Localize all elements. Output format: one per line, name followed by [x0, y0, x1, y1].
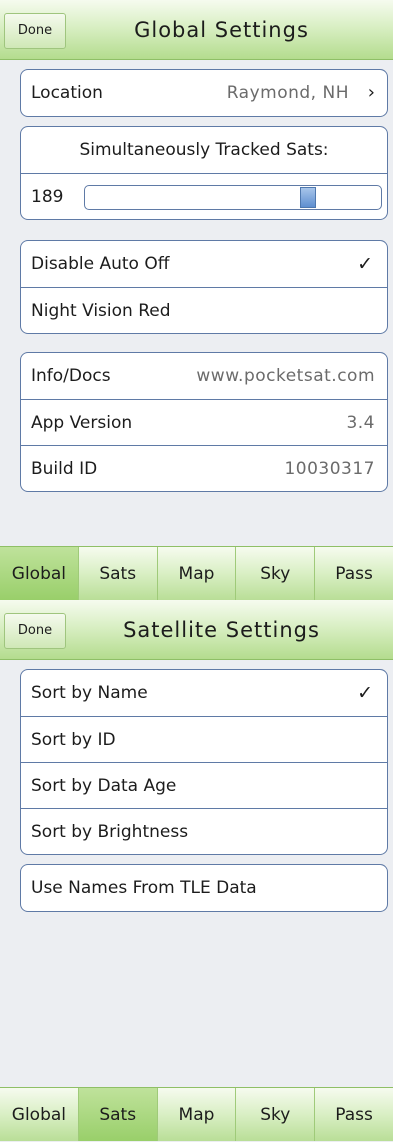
build-id-row: Build ID 10030317 [21, 445, 387, 491]
checkmark-icon: ✓ [357, 682, 373, 704]
satellite-settings-navbar: Done Satellite Settings [0, 600, 393, 660]
slider-thumb[interactable] [300, 187, 316, 208]
info-docs-value[interactable]: www.pocketsat.com [196, 353, 375, 399]
app-version-row: App Version 3.4 [21, 399, 387, 445]
satellite-settings-screen: Done Satellite Settings Sort by Name ✓ S… [0, 600, 393, 1141]
disable-auto-off-label: Disable Auto Off [31, 254, 170, 274]
tab-sky[interactable]: Sky [235, 1088, 314, 1141]
sort-option-label: Sort by Data Age [31, 776, 177, 796]
app-version-label: App Version [31, 413, 133, 433]
tab-sky[interactable]: Sky [235, 547, 314, 600]
tracked-sats-value: 189 [31, 187, 64, 207]
use-tle-names-label: Use Names From TLE Data [31, 878, 257, 898]
tracked-sats-header-row: Simultaneously Tracked Sats: [21, 127, 387, 173]
location-group: Location Raymond, NH › [20, 69, 388, 117]
info-docs-row[interactable]: Info/Docs www.pocketsat.com [21, 353, 387, 399]
location-row[interactable]: Location Raymond, NH › [21, 70, 387, 116]
chevron-right-icon: › [367, 82, 375, 103]
sort-by-name-row[interactable]: Sort by Name ✓ [21, 670, 387, 716]
page-title: Global Settings [134, 18, 309, 42]
location-label: Location [31, 83, 103, 103]
tab-global[interactable]: Global [0, 1088, 78, 1141]
tab-map[interactable]: Map [156, 1088, 236, 1141]
sort-option-label: Sort by ID [31, 730, 116, 750]
tab-map[interactable]: Map [156, 547, 236, 600]
sort-by-id-row[interactable]: Sort by ID [21, 716, 387, 762]
app-info-group: Info/Docs www.pocketsat.com App Version … [20, 352, 388, 492]
tab-pass[interactable]: Pass [314, 547, 393, 600]
display-options-group: Disable Auto Off ✓ Night Vision Red [20, 240, 388, 334]
done-button[interactable]: Done [4, 613, 66, 649]
sort-options-group: Sort by Name ✓ Sort by ID Sort by Data A… [20, 669, 388, 855]
tab-sats[interactable]: Sats [77, 1088, 157, 1141]
tracked-sats-label: Simultaneously Tracked Sats: [79, 140, 329, 160]
tab-global[interactable]: Global [0, 547, 78, 600]
location-value: Raymond, NH [226, 83, 349, 103]
page-title: Satellite Settings [123, 618, 320, 642]
tracked-sats-group: Simultaneously Tracked Sats: 189 [20, 126, 388, 220]
night-vision-row[interactable]: Night Vision Red [21, 287, 387, 333]
sort-by-data-age-row[interactable]: Sort by Data Age [21, 762, 387, 808]
tab-bar: Global Sats Map Sky Pass [0, 546, 393, 600]
tab-pass[interactable]: Pass [314, 1088, 393, 1141]
use-tle-names-row[interactable]: Use Names From TLE Data [21, 865, 387, 911]
tab-sats[interactable]: Sats [77, 547, 157, 600]
disable-auto-off-row[interactable]: Disable Auto Off ✓ [21, 241, 387, 287]
global-settings-screen: Done Global Settings Location Raymond, N… [0, 0, 393, 600]
sort-option-label: Sort by Name [31, 683, 148, 703]
checkmark-icon: ✓ [357, 253, 373, 275]
tle-names-group: Use Names From TLE Data [20, 864, 388, 912]
tracked-sats-slider[interactable] [84, 185, 382, 210]
done-button[interactable]: Done [4, 13, 66, 49]
global-settings-navbar: Done Global Settings [0, 0, 393, 60]
tab-bar: Global Sats Map Sky Pass [0, 1087, 393, 1141]
sort-by-brightness-row[interactable]: Sort by Brightness [21, 808, 387, 854]
app-version-value: 3.4 [346, 413, 375, 433]
info-docs-label: Info/Docs [31, 366, 111, 386]
build-id-value: 10030317 [284, 459, 375, 479]
night-vision-label: Night Vision Red [31, 301, 171, 321]
sort-option-label: Sort by Brightness [31, 822, 189, 842]
build-id-label: Build ID [31, 459, 98, 479]
tracked-sats-slider-row: 189 [21, 173, 387, 219]
